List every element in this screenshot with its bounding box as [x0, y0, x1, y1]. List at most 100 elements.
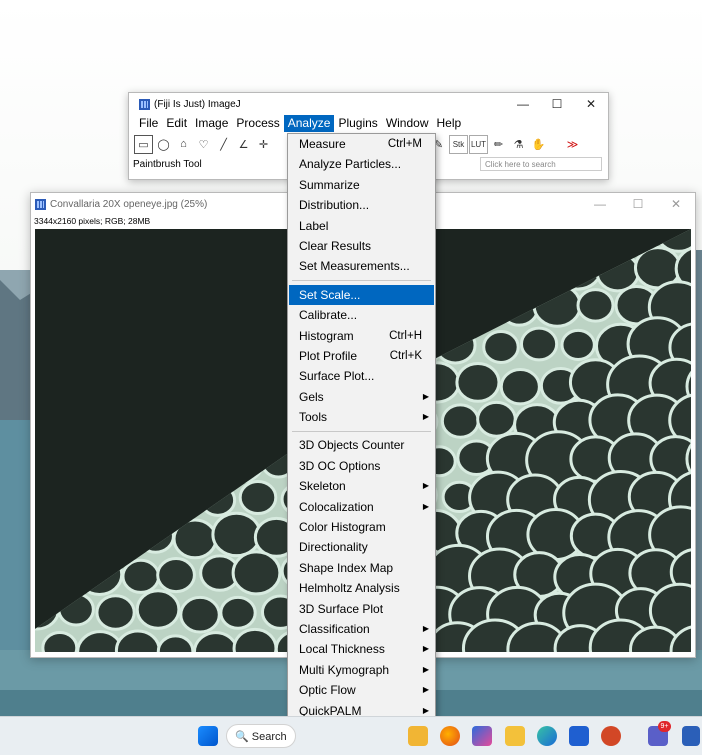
menu-plugins[interactable]: Plugins [334, 115, 381, 132]
close-icon[interactable]: ✕ [574, 93, 608, 115]
hand-tool-icon[interactable]: ✋ [529, 135, 548, 154]
cell-shape [121, 558, 161, 594]
menu-image[interactable]: Image [191, 115, 232, 132]
menu-item-local-thickness[interactable]: Local Thickness ▶ [289, 639, 434, 659]
menu-item-label: Shape Index Map [299, 560, 394, 575]
app-icon[interactable] [472, 726, 492, 746]
cell-shape [238, 479, 278, 516]
menu-item-3d-objects-counter[interactable]: 3D Objects Counter [289, 435, 434, 455]
menu-item-label: Clear Results [299, 238, 372, 253]
menu-shortcut: Ctrl+K [389, 349, 422, 362]
rectangle-tool-icon[interactable]: ▭ [134, 134, 153, 154]
menu-item-summarize[interactable]: Summarize [289, 175, 434, 195]
double-chevron-icon: ≫ [566, 138, 579, 151]
windows-start-icon[interactable] [198, 726, 218, 746]
menu-item-helmholtz-analysis[interactable]: Helmholtz Analysis [289, 578, 434, 598]
submenu-arrow-icon: ▶ [422, 481, 429, 491]
menu-file[interactable]: File [135, 115, 162, 132]
image-window-title: Convallaria 20X openeye.jpg (25%) [50, 198, 208, 210]
image-minimize-icon[interactable]: — [581, 193, 619, 215]
cell-shape [560, 328, 596, 361]
menu-item-label: Optic Flow [299, 683, 356, 698]
imagej-titlebar[interactable]: (Fiji Is Just) ImageJ — ☐ ✕ [129, 93, 608, 115]
minimize-icon[interactable]: — [506, 93, 540, 115]
menu-item-label: Classification [299, 621, 370, 636]
oval-tool-icon[interactable]: ◯ [154, 135, 173, 154]
cell-shape [219, 595, 257, 630]
menu-item-tools[interactable]: Tools ▶ [289, 407, 434, 427]
more-tools-icon[interactable]: ≫ [563, 135, 582, 154]
powerpoint-icon[interactable] [601, 726, 621, 746]
cell-shape [455, 361, 501, 403]
menu-edit[interactable]: Edit [162, 115, 191, 132]
menu-item-histogram[interactable]: Histogram Ctrl+H [289, 326, 434, 346]
search-input[interactable]: Click here to search [480, 157, 602, 171]
submenu-arrow-icon: ▶ [422, 685, 429, 695]
menu-item-clear-results[interactable]: Clear Results [289, 236, 434, 256]
cell-shape [211, 511, 262, 558]
menu-item-optic-flow[interactable]: Optic Flow ▶ [289, 680, 434, 700]
menu-item-3d-surface-plot[interactable]: 3D Surface Plot [289, 599, 434, 619]
lut-tool-icon[interactable]: LUT [469, 134, 488, 154]
imagej-app-icon [139, 98, 150, 110]
stk-tool-icon[interactable]: Stk [449, 134, 468, 154]
menu-item-label: Directionality [299, 540, 368, 555]
menu-help[interactable]: Help [433, 115, 466, 132]
menu-item-surface-plot[interactable]: Surface Plot... [289, 366, 434, 386]
menu-item-measure[interactable]: Measure Ctrl+M [289, 134, 434, 154]
menu-item-set-measurements[interactable]: Set Measurements... [289, 256, 434, 276]
menu-item-color-histogram[interactable]: Color Histogram [289, 517, 434, 537]
cell-shape [499, 368, 541, 406]
cell-shape [231, 550, 282, 596]
file-explorer-icon[interactable] [505, 726, 525, 746]
submenu-arrow-icon: ▶ [422, 391, 429, 401]
menu-item-label: Plot Profile [299, 348, 358, 363]
image-maximize-icon[interactable]: ☐ [619, 193, 657, 215]
submenu-arrow-icon: ▶ [422, 664, 429, 674]
submenu-arrow-icon: ▶ [422, 644, 429, 654]
menu-item-multi-kymograph[interactable]: Multi Kymograph ▶ [289, 660, 434, 680]
menu-item-label: Tools [299, 410, 328, 425]
menu-item-shape-index-map[interactable]: Shape Index Map [289, 558, 434, 578]
maximize-icon[interactable]: ☐ [540, 93, 574, 115]
polygon-tool-icon[interactable]: ⌂ [174, 135, 193, 154]
menu-item-label: Helmholtz Analysis [299, 581, 400, 596]
menu-window[interactable]: Window [382, 115, 433, 132]
cell-shape [476, 400, 517, 438]
menu-process[interactable]: Process [232, 115, 283, 132]
notification-badge: 9+ [658, 721, 671, 732]
line-tool-icon[interactable]: ╱ [214, 135, 233, 154]
word-icon[interactable] [682, 726, 700, 746]
angle-tool-icon[interactable]: ∠ [234, 135, 253, 154]
menu-item-colocalization[interactable]: Colocalization ▶ [289, 497, 434, 517]
menu-item-distribution[interactable]: Distribution... [289, 195, 434, 215]
pencil-tool-icon[interactable]: ✏ [489, 135, 508, 154]
menu-item-label[interactable]: Label [289, 216, 434, 236]
point-tool-icon[interactable]: ✛ [254, 135, 273, 154]
folder-icon[interactable] [408, 726, 428, 746]
menu-item-label: Set Scale... [299, 287, 361, 302]
menu-analyze[interactable]: Analyze [283, 115, 335, 132]
menu-item-classification[interactable]: Classification ▶ [289, 619, 434, 639]
menu-item-analyze-particles[interactable]: Analyze Particles... [289, 154, 434, 174]
menu-item-set-scale[interactable]: Set Scale... [289, 284, 434, 306]
menu-item-label: Colocalization [299, 499, 374, 514]
menu-item-calibrate[interactable]: Calibrate... [289, 305, 434, 325]
image-close-icon[interactable]: ✕ [657, 193, 695, 215]
menu-item-label: Calibrate... [299, 308, 358, 323]
menu-item-directionality[interactable]: Directionality [289, 537, 434, 557]
menu-item-label: Analyze Particles... [299, 157, 402, 172]
menu-item-3d-oc-options[interactable]: 3D OC Options [289, 456, 434, 476]
firefox-icon[interactable] [440, 726, 460, 746]
taskbar-search-input[interactable]: 🔍 Search [226, 724, 296, 748]
menu-item-gels[interactable]: Gels ▶ [289, 387, 434, 407]
cell-shape [135, 589, 181, 630]
submenu-arrow-icon: ▶ [422, 623, 429, 633]
status-text: Paintbrush Tool [133, 159, 202, 170]
menu-item-skeleton[interactable]: Skeleton ▶ [289, 476, 434, 496]
dropper-tool-icon[interactable]: ⚗ [509, 135, 528, 154]
menu-item-plot-profile[interactable]: Plot Profile Ctrl+K [289, 346, 434, 366]
store-icon[interactable] [569, 726, 589, 746]
edge-icon[interactable] [537, 726, 557, 746]
freehand-tool-icon[interactable]: ♡ [194, 135, 213, 154]
